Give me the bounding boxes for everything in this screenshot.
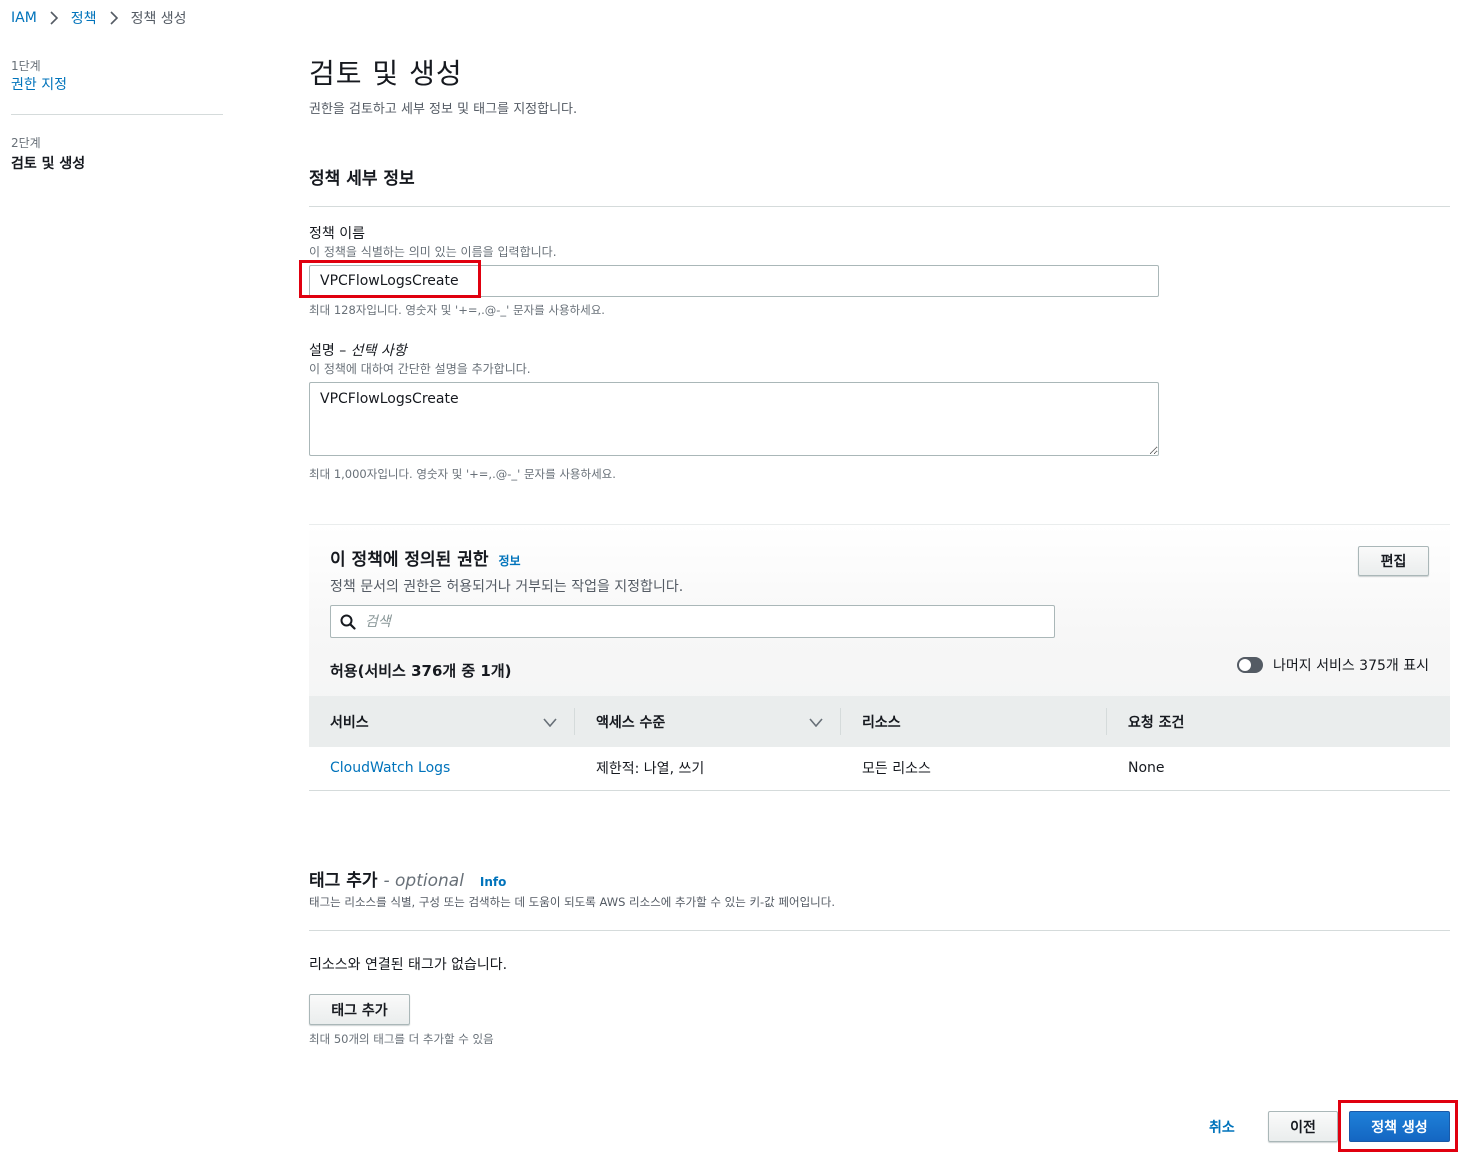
sort-caret-icon[interactable] <box>809 715 823 731</box>
description-textarea[interactable]: VPCFlowLogsCreate <box>309 382 1159 456</box>
permissions-panel: 이 정책에 정의된 권한 정보 정책 문서의 권한은 허용되거나 거부되는 작업… <box>309 524 1450 790</box>
permissions-table: 서비스 액세스 수준 리소스 요청 조건 CloudWatch Logs 제한적… <box>309 696 1450 791</box>
policy-name-constraint: 최대 128자입니다. 영숫자 및 '+=,.@-_' 문자를 사용하세요. <box>309 303 605 317</box>
breadcrumb-current: 정책 생성 <box>130 11 187 27</box>
cell-resource: 모든 리소스 <box>862 761 931 778</box>
step-1-link[interactable]: 권한 지정 <box>11 77 67 93</box>
sort-caret-icon[interactable] <box>543 715 557 731</box>
permissions-search[interactable] <box>330 605 1055 638</box>
description-label-text: 설명 – <box>309 343 347 359</box>
step-2: 2단계 검토 및 생성 <box>11 114 223 193</box>
table-row: CloudWatch Logs 제한적: 나열, 쓰기 모든 리소스 None <box>309 747 1450 790</box>
previous-button[interactable]: 이전 <box>1268 1111 1338 1142</box>
create-policy-button[interactable]: 정책 생성 <box>1349 1111 1450 1142</box>
toggle-label: 나머지 서비스 375개 표시 <box>1273 658 1429 674</box>
description-label: 설명 – 선택 사항 <box>309 340 407 360</box>
tags-title: 태그 추가 - optional Info <box>309 866 506 891</box>
permissions-info-link[interactable]: 정보 <box>499 552 521 569</box>
divider <box>309 930 1450 931</box>
divider <box>309 206 1450 207</box>
cell-access-level: 제한적: 나열, 쓰기 <box>596 761 705 778</box>
page-description: 권한을 검토하고 세부 정보 및 태그를 지정합니다. <box>309 102 578 117</box>
allow-count: 허용(서비스 376개 중 1개) <box>330 662 512 680</box>
breadcrumb-policies-link[interactable]: 정책 <box>71 8 97 28</box>
policy-name-description: 이 정책을 식별하는 의미 있는 이름을 입력합니다. <box>309 245 557 259</box>
policy-name-input[interactable] <box>309 265 1159 297</box>
column-header-access-level[interactable]: 액세스 수준 <box>575 696 841 747</box>
permissions-title-text: 이 정책에 정의된 권한 <box>330 550 489 570</box>
policy-name-label: 정책 이름 <box>309 226 365 242</box>
edit-button[interactable]: 편집 <box>1358 546 1429 576</box>
chevron-right-icon <box>43 9 65 27</box>
chevron-right-icon <box>103 9 125 27</box>
column-header-resource: 리소스 <box>841 696 1107 747</box>
step-2-label: 검토 및 생성 <box>11 156 86 172</box>
step-1-number: 1단계 <box>11 59 41 73</box>
table-header-row: 서비스 액세스 수준 리소스 요청 조건 <box>309 696 1450 747</box>
column-header-request-condition: 요청 조건 <box>1128 714 1185 731</box>
permissions-description: 정책 문서의 권한은 허용되거나 거부되는 작업을 지정합니다. <box>330 579 684 595</box>
show-remaining-toggle[interactable]: 나머지 서비스 375개 표시 <box>1237 655 1429 675</box>
tag-limit-text: 최대 50개의 태그를 더 추가할 수 있음 <box>309 1032 494 1046</box>
cell-request-condition: None <box>1128 760 1165 777</box>
description-optional: 선택 사항 <box>350 343 407 359</box>
search-input[interactable] <box>365 606 1054 637</box>
search-icon <box>331 614 365 630</box>
cell-service: CloudWatch Logs <box>309 747 575 790</box>
no-tags-text: 리소스와 연결된 태그가 없습니다. <box>309 957 508 973</box>
toggle-switch[interactable] <box>1237 657 1263 673</box>
description-constraint: 최대 1,000자입니다. 영숫자 및 '+=,.@-_' 문자를 사용하세요. <box>309 467 616 481</box>
breadcrumb-iam-link[interactable]: IAM <box>11 10 37 26</box>
add-tag-button[interactable]: 태그 추가 <box>309 994 410 1025</box>
tags-info-link[interactable]: Info <box>480 875 506 889</box>
tags-title-text: 태그 추가 <box>309 871 378 891</box>
tags-optional: - optional <box>383 871 464 891</box>
policy-details-title: 정책 세부 정보 <box>309 169 415 189</box>
page-title: 검토 및 생성 <box>309 57 463 90</box>
description-hint: 이 정책에 대하여 간단한 설명을 추가합니다. <box>309 362 531 376</box>
step-1: 1단계 권한 지정 <box>11 58 223 114</box>
cancel-button[interactable]: 취소 <box>1209 1117 1235 1137</box>
wizard-steps: 1단계 권한 지정 2단계 검토 및 생성 <box>11 58 223 193</box>
permissions-title: 이 정책에 정의된 권한 정보 <box>330 545 521 570</box>
breadcrumb: IAM 정책 정책 생성 <box>11 8 187 28</box>
step-2-number: 2단계 <box>11 136 41 150</box>
service-link[interactable]: CloudWatch Logs <box>330 760 450 776</box>
column-header-service[interactable]: 서비스 <box>309 696 575 747</box>
tags-description: 태그는 리소스를 식별, 구성 또는 검색하는 데 도움이 되도록 AWS 리소… <box>309 895 835 909</box>
